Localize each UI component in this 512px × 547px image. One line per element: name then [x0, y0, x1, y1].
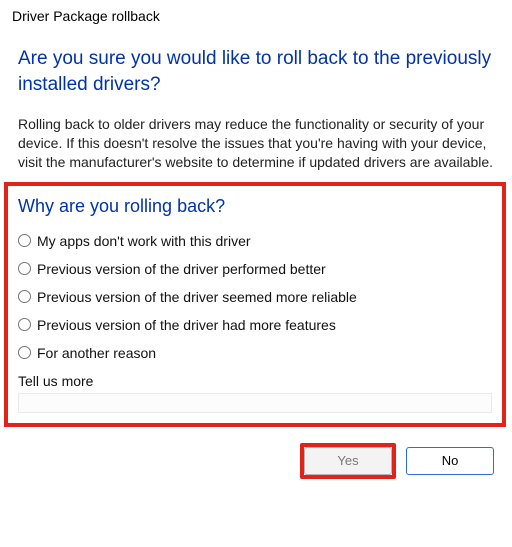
reason-radio-3[interactable] — [18, 318, 31, 331]
reason-label: Previous version of the driver performed… — [37, 261, 326, 277]
reason-option[interactable]: My apps don't work with this driver — [18, 233, 492, 249]
reason-radio-1[interactable] — [18, 262, 31, 275]
dialog-button-row: Yes No — [0, 427, 512, 493]
reason-option[interactable]: Previous version of the driver seemed mo… — [18, 289, 492, 305]
reason-radio-2[interactable] — [18, 290, 31, 303]
reason-radio-4[interactable] — [18, 346, 31, 359]
reason-option[interactable]: Previous version of the driver performed… — [18, 261, 492, 277]
window-title: Driver Package rollback — [0, 0, 512, 28]
reason-label: For another reason — [37, 345, 156, 361]
reason-label: Previous version of the driver seemed mo… — [37, 289, 357, 305]
tell-us-more-wrap — [18, 393, 492, 413]
yes-button[interactable]: Yes — [304, 447, 392, 475]
warning-text: Rolling back to older drivers may reduce… — [18, 115, 494, 172]
tell-us-more-label: Tell us more — [18, 373, 492, 389]
reason-label: Previous version of the driver had more … — [37, 317, 336, 333]
reason-section-highlight: Why are you rolling back? My apps don't … — [4, 182, 506, 427]
reason-heading: Why are you rolling back? — [18, 196, 492, 217]
tell-us-more-input[interactable] — [18, 393, 492, 413]
reason-label: My apps don't work with this driver — [37, 233, 251, 249]
reason-option[interactable]: Previous version of the driver had more … — [18, 317, 492, 333]
no-button[interactable]: No — [406, 447, 494, 475]
reason-radio-0[interactable] — [18, 234, 31, 247]
main-heading: Are you sure you would like to roll back… — [18, 46, 494, 97]
yes-button-highlight: Yes — [300, 443, 396, 479]
dialog-content: Are you sure you would like to roll back… — [0, 28, 512, 427]
reason-option[interactable]: For another reason — [18, 345, 492, 361]
